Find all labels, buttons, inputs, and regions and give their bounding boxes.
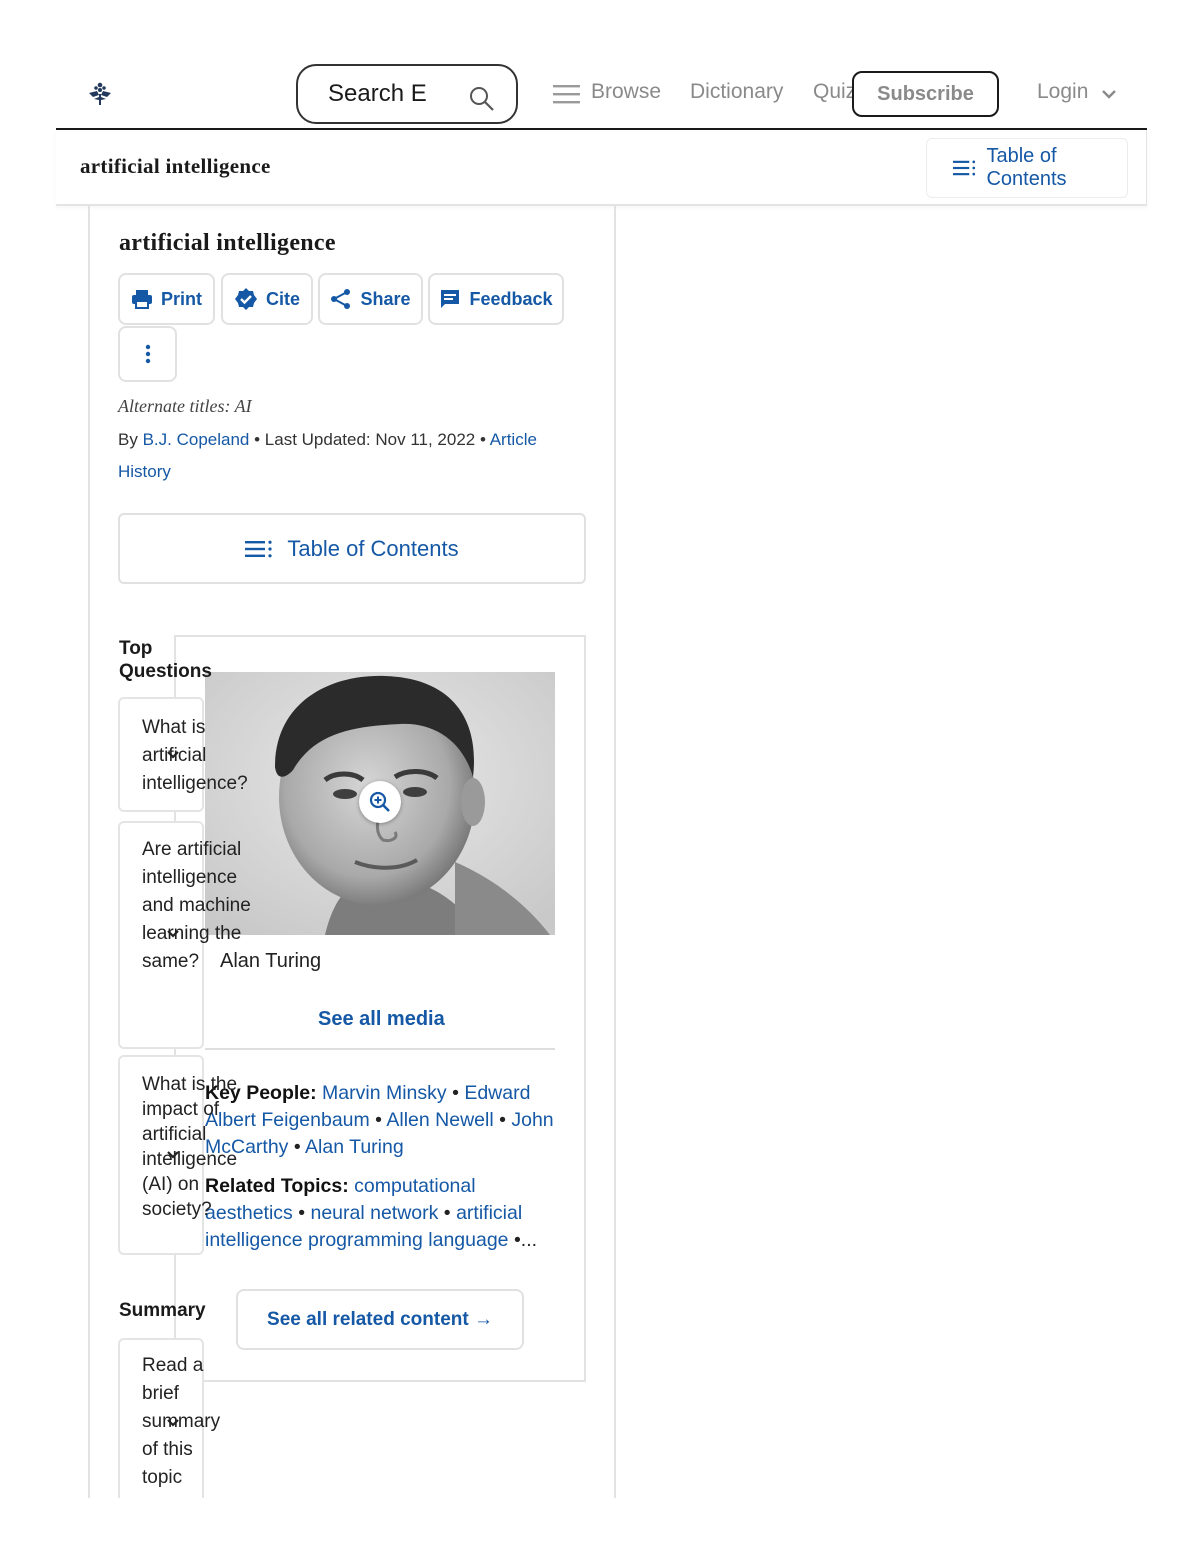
- subscribe-button[interactable]: Subscribe: [852, 71, 999, 117]
- share-button[interactable]: Share: [318, 273, 423, 325]
- panel-divider: [205, 1048, 555, 1050]
- nav-browse[interactable]: Browse: [591, 80, 661, 104]
- column-border-right: [614, 206, 616, 1498]
- question-text[interactable]: What is artificial intelligence?: [142, 714, 260, 798]
- page-bottom-blank: [0, 1498, 1200, 1553]
- more-options-button[interactable]: [118, 326, 177, 382]
- feedback-button[interactable]: Feedback: [428, 273, 564, 325]
- key-person-link[interactable]: Allen Newell: [386, 1109, 493, 1131]
- see-all-related-content-button[interactable]: See all related content →: [236, 1289, 524, 1350]
- by-prefix: By: [118, 430, 138, 449]
- chevron-down-icon[interactable]: [166, 1150, 180, 1160]
- chevron-down-icon[interactable]: [1101, 88, 1117, 100]
- summary-heading: Summary: [119, 1300, 206, 1321]
- author-link[interactable]: B.J. Copeland: [143, 430, 250, 449]
- summary-text[interactable]: Read a brief summary of this topic: [142, 1352, 237, 1492]
- britannica-thistle-logo[interactable]: [84, 78, 116, 110]
- chevron-down-icon[interactable]: [166, 1418, 180, 1428]
- key-person-link[interactable]: Marvin Minsky: [322, 1082, 447, 1104]
- verified-badge-icon: [234, 288, 257, 310]
- toc-label: Table of Contents: [287, 535, 459, 561]
- login-link[interactable]: Login: [1037, 80, 1088, 104]
- search-input[interactable]: [328, 80, 428, 108]
- zoom-in-icon: [369, 791, 390, 812]
- chevron-down-icon[interactable]: [166, 750, 180, 760]
- cite-label: Cite: [265, 288, 300, 309]
- related-ellipsis: ...: [520, 1229, 538, 1251]
- see-all-media-link[interactable]: See all media: [318, 1008, 445, 1031]
- sticky-article-title: artificial intelligence: [80, 154, 271, 178]
- printer-icon: [131, 290, 152, 309]
- chevron-down-icon[interactable]: [166, 929, 180, 939]
- sticky-toc-button[interactable]: Table of Contents: [926, 138, 1128, 198]
- feedback-icon: [441, 290, 460, 308]
- toc-list-icon: [953, 160, 976, 176]
- zoom-image-button[interactable]: [359, 781, 401, 823]
- print-label: Print: [160, 288, 202, 309]
- alternate-titles: Alternate titles: AI: [118, 396, 252, 416]
- article-title: artificial intelligence: [119, 230, 336, 256]
- share-icon: [331, 289, 351, 309]
- share-label: Share: [360, 288, 411, 309]
- top-questions-heading: Top Questions: [119, 638, 212, 682]
- print-button[interactable]: Print: [118, 273, 215, 325]
- question-text[interactable]: Are artificial intelligence and machine …: [142, 836, 252, 976]
- nav-dictionary[interactable]: Dictionary: [690, 80, 783, 104]
- nav-quiz[interactable]: Quiz: [813, 80, 856, 104]
- more-vertical-icon: [145, 344, 150, 364]
- key-facts: Key People: Marvin Minsky • Edward Alber…: [205, 1080, 560, 1254]
- browse-menu-icon[interactable]: [553, 84, 580, 104]
- feedback-label: Feedback: [469, 288, 553, 309]
- sticky-toc-label: Table of Contents: [986, 145, 1067, 190]
- question-text[interactable]: What is the impact of artificial intelli…: [142, 1072, 252, 1222]
- key-person-link[interactable]: Alan Turing: [305, 1136, 404, 1158]
- related-topic-link[interactable]: neural network: [310, 1202, 438, 1224]
- cite-button[interactable]: Cite: [221, 273, 313, 325]
- table-of-contents-button[interactable]: Table of Contents: [118, 513, 586, 584]
- related-topics: Related Topics: computational aesthetics…: [205, 1175, 538, 1251]
- search-icon[interactable]: [468, 85, 496, 113]
- search-box[interactable]: [296, 64, 518, 124]
- toc-list-icon: [245, 540, 272, 557]
- column-border-left: [88, 206, 90, 1498]
- last-updated: • Last Updated: Nov 11, 2022 •: [254, 430, 490, 449]
- byline: By B.J. Copeland • Last Updated: Nov 11,…: [118, 424, 578, 488]
